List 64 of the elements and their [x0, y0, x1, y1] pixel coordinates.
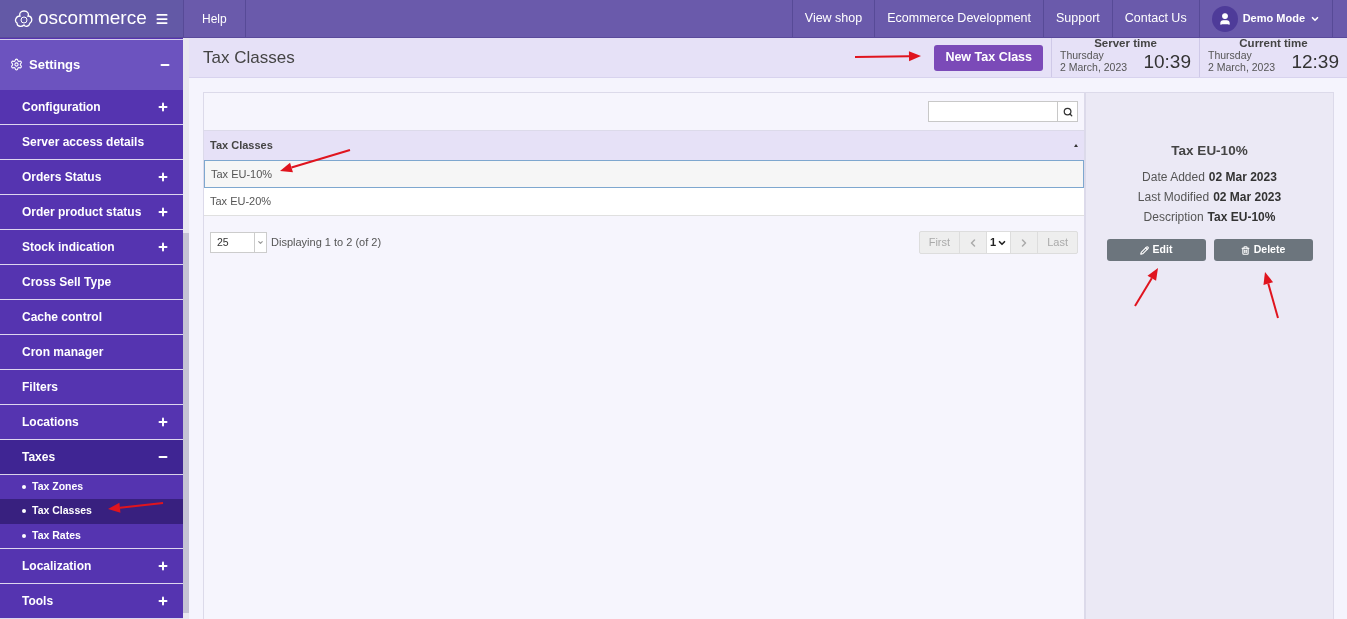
- expand-icon: [157, 240, 169, 253]
- sidebar-section[interactable]: Settings: [0, 39, 183, 90]
- edit-button[interactable]: Edit: [1106, 239, 1206, 262]
- user-name: Demo Mode: [1242, 11, 1305, 27]
- annotation-arrow: [1134, 268, 1158, 307]
- menu-icon[interactable]: [155, 11, 169, 26]
- delete-button[interactable]: Delete: [1213, 239, 1313, 262]
- scrollbar-thumb[interactable]: [183, 233, 189, 613]
- clock-day: Thursday: [1060, 49, 1128, 61]
- detail-label: Description: [1143, 209, 1204, 227]
- top-nav-link[interactable]: Help: [183, 0, 246, 37]
- sidebar-section-title: Settings: [29, 56, 81, 74]
- expand-icon: [157, 560, 169, 572]
- sidebar-subitem[interactable]: Tax Zones: [0, 474, 183, 499]
- sort-icon: [1074, 144, 1078, 147]
- bullet-icon: [22, 484, 26, 489]
- clock-date: 2 March, 2023: [1208, 61, 1276, 73]
- sidebar-item[interactable]: Taxes: [0, 439, 183, 475]
- clock-label: Server time: [1093, 37, 1158, 49]
- table-header[interactable]: Tax Classes: [204, 130, 1084, 160]
- annotation-arrow: [1263, 272, 1279, 319]
- top-nav-link[interactable]: Contact Us: [1111, 0, 1199, 37]
- top-nav-link[interactable]: View shop: [791, 0, 875, 37]
- user-menu[interactable]: Demo Mode: [1198, 0, 1333, 37]
- pencil-icon: [1139, 245, 1149, 255]
- annotation-arrow: [280, 149, 351, 173]
- per-page-select[interactable]: 25: [210, 232, 267, 253]
- details-title: Tax EU-10%: [1171, 142, 1248, 160]
- table-row[interactable]: Tax EU-20%: [204, 188, 1084, 216]
- search-field[interactable]: [928, 101, 1058, 122]
- clock-day: Thursday: [1208, 49, 1276, 61]
- top-nav-link[interactable]: Ecommerce Development: [874, 0, 1044, 37]
- pagination-info: Displaying 1 to 2 (of 2): [271, 235, 383, 251]
- annotation-arrow: [854, 51, 921, 62]
- detail-label: Date Added: [1142, 169, 1205, 187]
- avatar-icon: [1211, 5, 1238, 32]
- expand-icon: [157, 595, 169, 607]
- expand-icon: [157, 100, 169, 113]
- detail-label: Last Modified: [1137, 189, 1210, 207]
- trash-icon: [1240, 245, 1250, 255]
- top-nav-link[interactable]: Support: [1043, 0, 1112, 37]
- detail-value: Tax EU-10%: [1207, 209, 1276, 227]
- bullet-icon: [22, 509, 26, 514]
- table-row[interactable]: Tax EU-10%: [204, 160, 1084, 188]
- new-tax-class-button[interactable]: New Tax Class: [934, 44, 1043, 71]
- expand-icon: [157, 205, 169, 218]
- dropdown-icon: [257, 239, 264, 246]
- gears-icon: [10, 58, 23, 72]
- expand-icon: [157, 415, 169, 428]
- clock-label: Current time: [1238, 37, 1309, 49]
- bullet-icon: [22, 533, 26, 538]
- search-button[interactable]: [1058, 101, 1078, 122]
- clock-date: 2 March, 2023: [1060, 61, 1128, 73]
- sidebar-subitem[interactable]: Tax Rates: [0, 523, 183, 548]
- sidebar-subitem[interactable]: Tax Classes: [0, 499, 183, 524]
- page-title: Tax Classes: [203, 46, 295, 69]
- detail-value: 02 Mar 2023: [1208, 169, 1277, 187]
- search-icon: [1062, 106, 1073, 117]
- detail-value: 02 Mar 2023: [1213, 189, 1282, 207]
- clock-time: 10:39: [1143, 51, 1191, 73]
- logo-icon: [14, 8, 34, 29]
- clock-time: 12:39: [1291, 51, 1339, 73]
- annotation-arrow: [108, 502, 164, 513]
- expand-icon: [157, 170, 169, 183]
